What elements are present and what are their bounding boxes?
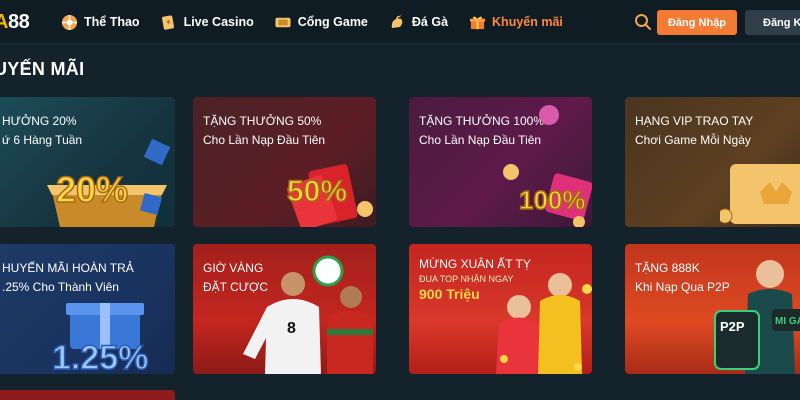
tet-celebration-illustration xyxy=(496,273,592,374)
gift-box-20-illustration: 20% xyxy=(47,138,171,227)
soccer-ball-icon xyxy=(60,13,78,31)
promo-prize: 900 Triệu xyxy=(419,286,480,302)
nav-label: Đá Gà xyxy=(411,15,449,29)
nav-label: Thể Thao xyxy=(84,15,140,29)
promo-title: TẶNG THƯỞNG 50% xyxy=(203,114,322,128)
main-nav: Thể Thao Live Casino Cổng Game Đá Gà Khu… xyxy=(60,0,583,44)
art-label: 50% xyxy=(287,175,347,208)
promo-card-first-deposit-100[interactable]: TẶNG THƯỞNG 100% Cho Lần Nạp Đầu Tiên 10… xyxy=(409,97,592,227)
promo-card-vip[interactable]: HẠNG VIP TRAO TAY Chơi Game Mỗi Ngày xyxy=(625,97,800,227)
art-label: 20% xyxy=(56,169,128,210)
p2p-phone-illustration: P2P MI GAM xyxy=(714,260,800,374)
promo-card-cashback[interactable]: HUYẾN MÃI HOÀN TRẢ .25% Cho Thành Viên 1… xyxy=(0,244,175,374)
promo-card-p2p[interactable]: TẶNG 888K Khi Nạp Qua P2P P2P MI GAM xyxy=(625,244,800,374)
login-button[interactable]: Đăng Nhập xyxy=(657,10,737,35)
nav-item-khuyen-mai[interactable]: Khuyến mãi xyxy=(468,0,563,44)
promo-title: HƯỞNG 20% xyxy=(2,114,77,128)
promo-title: HUYẾN MÃI HOÀN TRẢ xyxy=(2,261,134,275)
cards-icon xyxy=(160,13,178,31)
brand-logo[interactable]: A 88 xyxy=(0,9,30,35)
nav-label: Khuyến mãi xyxy=(492,15,563,29)
red-envelope-50-illustration: 50% xyxy=(286,164,373,227)
coin-gift-100-illustration: 100% xyxy=(503,105,592,227)
ticket-icon xyxy=(274,13,292,31)
nav-label: Live Casino xyxy=(183,15,254,29)
promo-title: HẠNG VIP TRAO TAY xyxy=(635,114,754,128)
art-label-2: MI GAM xyxy=(775,316,800,327)
promo-subtitle: Cho Lần Nạp Đầu Tiên xyxy=(203,133,326,147)
art-label: P2P xyxy=(720,319,745,334)
promo-title: TẶNG 888K xyxy=(635,261,700,275)
jersey-number: 8 xyxy=(287,320,296,337)
rooster-icon xyxy=(388,13,406,31)
vip-crown-illustration xyxy=(720,164,800,224)
nav-item-cong-game[interactable]: Cổng Game xyxy=(274,0,368,44)
art-label: 100% xyxy=(519,185,586,215)
promo-card-lunar-new-year[interactable]: MỪNG XUÂN ẤT TỴ ĐUA TOP NHẬN NGAY 900 Tr… xyxy=(409,244,592,374)
promo-card-golden-hour[interactable]: GIỜ VÀNG ĐẶT CƯỢC 8 xyxy=(193,244,376,374)
promo-card-weekly-20[interactable]: HƯỞNG 20% ứ 6 Hàng Tuần 20% xyxy=(0,97,175,227)
promo-card-partial[interactable] xyxy=(0,390,175,400)
nav-label: Cổng Game xyxy=(297,15,368,29)
art-label: 1.25% xyxy=(52,339,148,374)
top-header: A 88 Thể Thao Live Casino Cổng Game Đá Gà xyxy=(0,0,800,44)
logo-prefix: A xyxy=(0,10,8,33)
football-players-illustration: 8 xyxy=(243,255,373,374)
register-button[interactable]: Đăng Ký xyxy=(745,10,800,35)
promo-card-first-deposit-50[interactable]: TẶNG THƯỞNG 50% Cho Lần Nạp Đầu Tiên 50% xyxy=(193,97,376,227)
gift-box-cashback-illustration: 1.25% xyxy=(51,303,149,374)
promo-subtitle: Chơi Game Mỗi Ngày xyxy=(635,133,751,147)
gift-icon xyxy=(468,13,486,31)
page-title: UYẾN MÃI xyxy=(0,59,85,79)
logo-number: 88 xyxy=(7,10,30,33)
nav-item-the-thao[interactable]: Thể Thao xyxy=(60,0,140,44)
nav-item-live-casino[interactable]: Live Casino xyxy=(160,0,254,44)
nav-item-da-ga[interactable]: Đá Gà xyxy=(388,0,448,44)
search-icon[interactable] xyxy=(634,13,652,31)
